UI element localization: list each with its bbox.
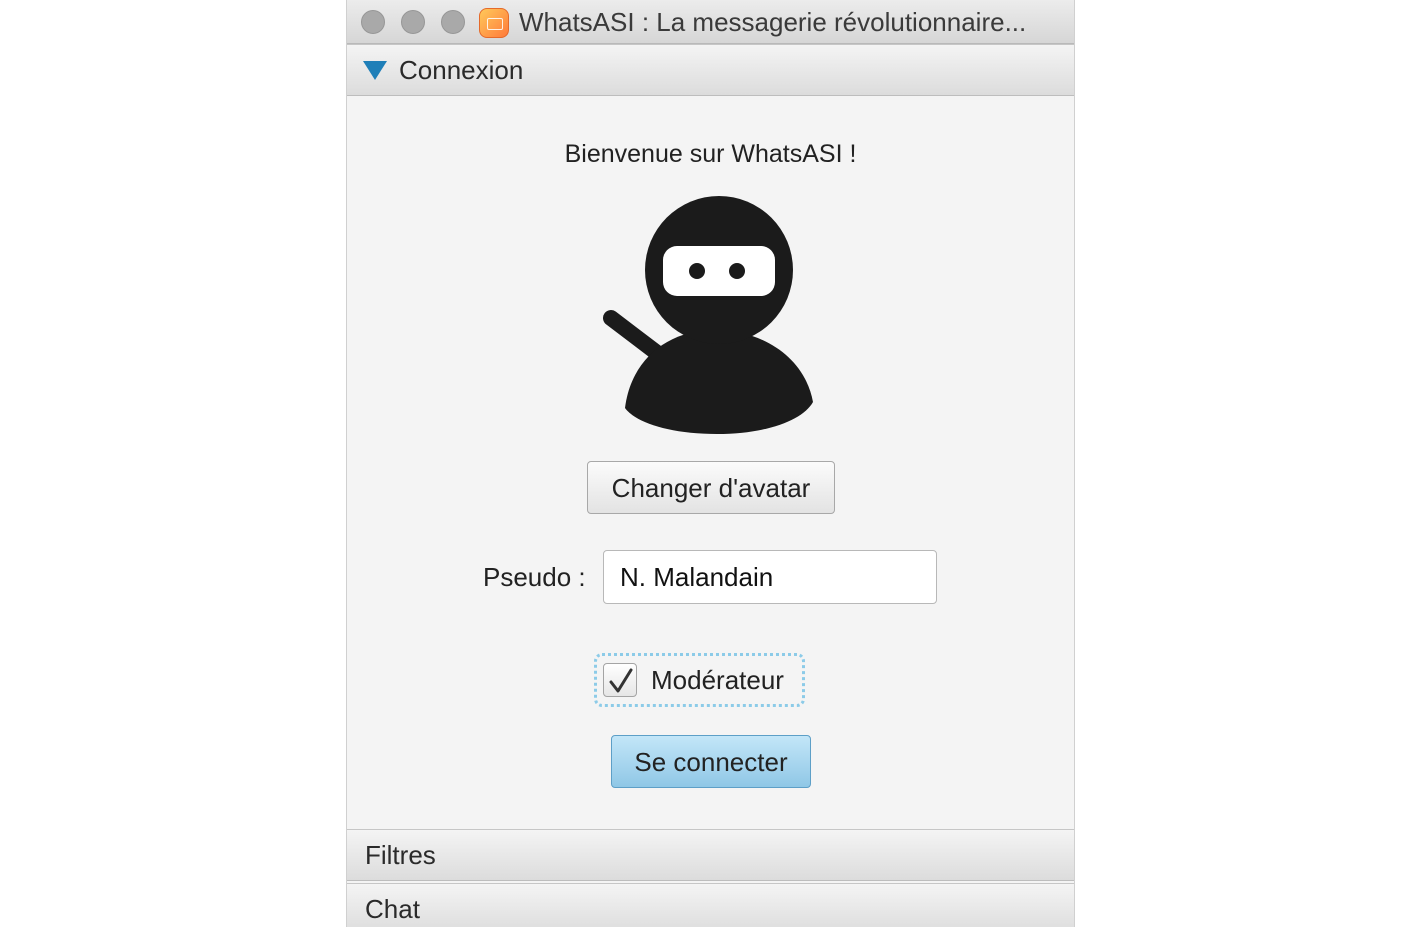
app-icon bbox=[479, 8, 509, 38]
pane-filtres-header[interactable]: Filtres bbox=[347, 829, 1074, 881]
moderator-label[interactable]: Modérateur bbox=[651, 665, 784, 696]
change-avatar-button[interactable]: Changer d'avatar bbox=[587, 461, 835, 514]
pseudo-input[interactable]: N. Malandain bbox=[603, 550, 937, 604]
pseudo-label: Pseudo : bbox=[483, 562, 586, 592]
pane-connexion-header[interactable]: Connexion bbox=[347, 44, 1074, 96]
close-window-button[interactable] bbox=[361, 10, 385, 34]
ninja-avatar-icon bbox=[603, 196, 813, 434]
pane-filtres-label: Filtres bbox=[365, 840, 436, 870]
title-bar[interactable]: WhatsASI : La messagerie révolutionnaire… bbox=[347, 0, 1074, 44]
pane-chat-label: Chat bbox=[365, 894, 420, 924]
zoom-window-button[interactable] bbox=[441, 10, 465, 34]
window-title: WhatsASI : La messagerie révolutionnaire… bbox=[519, 7, 1027, 37]
minimize-window-button[interactable] bbox=[401, 10, 425, 34]
connect-button[interactable]: Se connecter bbox=[611, 735, 811, 788]
pane-connexion-label: Connexion bbox=[399, 55, 524, 85]
welcome-text: Bienvenue sur WhatsASI ! bbox=[564, 140, 857, 168]
moderator-checkbox[interactable] bbox=[603, 663, 637, 697]
app-window: WhatsASI : La messagerie révolutionnaire… bbox=[346, 0, 1075, 927]
pane-chat-header[interactable]: Chat bbox=[347, 883, 1074, 927]
checkmark-icon bbox=[609, 668, 633, 693]
expanded-arrow-icon bbox=[363, 61, 387, 80]
